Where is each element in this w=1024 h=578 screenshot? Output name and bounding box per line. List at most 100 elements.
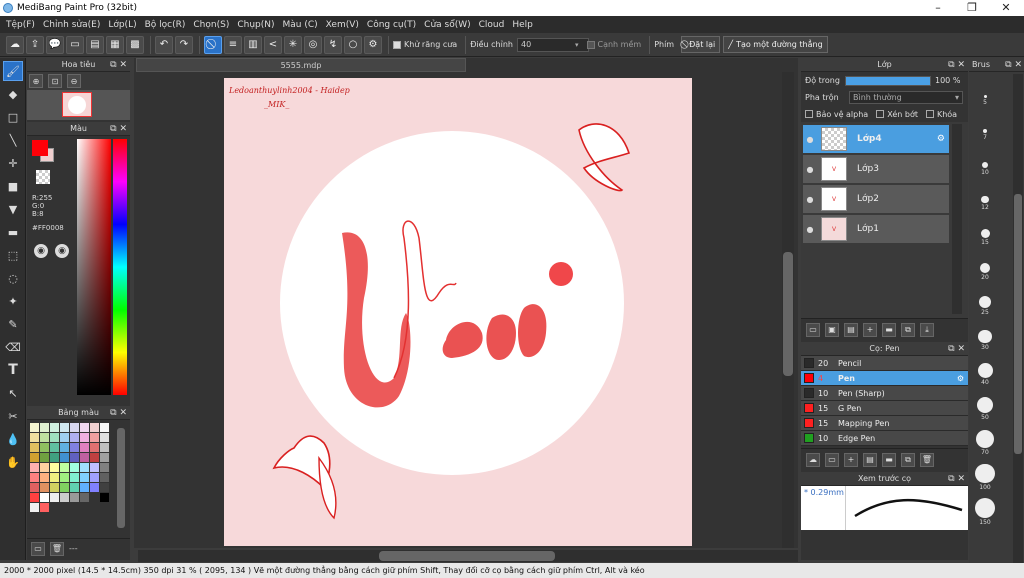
brush-size-option[interactable]: 5 [972,72,998,107]
new-color-layer-icon[interactable]: ▣ [825,322,839,337]
brush-size-option[interactable]: 50 [972,387,998,422]
palette-swatch[interactable] [50,423,59,432]
copy-brush-icon[interactable]: ⧉ [901,452,915,467]
cloud-brush-icon[interactable]: ☁ [806,452,820,467]
line-tool-icon[interactable]: ╲ [3,130,23,150]
navigator-preview[interactable] [27,90,130,120]
grid-panel-icon[interactable]: ▩ [126,35,144,54]
share-icon[interactable]: ⇪ [26,35,44,54]
palette-swatch[interactable] [80,433,89,442]
soft-edge-checkbox[interactable] [586,40,595,49]
brush-item[interactable]: 15 G Pen [801,401,968,416]
palette-swatch[interactable] [50,443,59,452]
saturation-value-field[interactable] [77,139,111,395]
palette-swatch[interactable] [30,423,39,432]
palette-swatch[interactable] [70,473,79,482]
palette-swatch[interactable] [40,443,49,452]
panel-controls[interactable]: ⧉ ✕ [110,406,127,420]
hue-slider[interactable] [113,139,127,395]
lasso-icon[interactable]: ◌ [3,268,23,288]
brush-size-option[interactable]: 10 [972,142,998,177]
brush-item[interactable]: 20 Pencil [801,356,968,371]
palette-swatch[interactable] [90,443,99,452]
bucket-tool-icon[interactable]: ▼ [3,199,23,219]
comic-panel-icon[interactable]: ▦ [106,35,124,54]
palette-swatch[interactable] [100,493,109,502]
new-brush-icon[interactable]: ▭ [825,452,839,467]
menu-select[interactable]: Chọn(S) [193,20,229,30]
cross-snap-icon[interactable]: ▥ [244,35,262,54]
brush-size-option[interactable]: 12 [972,177,998,212]
palette-swatch[interactable] [50,473,59,482]
duplicate-layer-icon[interactable]: ⧉ [901,322,915,337]
cloud-icon[interactable]: ☁ [6,35,24,54]
menu-edit[interactable]: Chỉnh sửa(E) [43,20,100,30]
hand-tool-icon[interactable]: ✋ [3,452,23,472]
antialias-checkbox[interactable] [393,40,401,49]
menu-cloud[interactable]: Cloud [479,20,505,30]
palette-swatch[interactable] [60,463,69,472]
circle-snap-icon[interactable]: ○ [344,35,362,54]
palette-swatch[interactable] [30,493,39,502]
drawing-canvas[interactable]: Ledoanthuylinh2004 - Haidep _MIK_ [224,78,692,546]
eye-icon[interactable]: ● [803,165,817,174]
menu-filter[interactable]: Bộ lọc(R) [145,20,186,30]
new-layer-icon[interactable]: ▭ [806,322,820,337]
brush-folder-icon[interactable]: ▬ [882,452,896,467]
size-scroll-thumb[interactable] [1014,194,1022,454]
select-rect-icon[interactable]: ⬚ [3,245,23,265]
clip-checkbox[interactable] [876,110,885,118]
opacity-slider[interactable] [845,75,931,86]
palette-swatch[interactable] [90,463,99,472]
layer-item[interactable]: ● Lớp4 ⚙ [803,125,949,154]
panel-controls[interactable]: ⧉ ✕ [1005,58,1022,72]
brush-item[interactable]: 15 Mapping Pen [801,416,968,431]
palette-swatch[interactable] [70,483,79,492]
palette-swatch[interactable] [50,463,59,472]
palette-swatch[interactable] [90,473,99,482]
menu-tools[interactable]: Công cụ(T) [367,20,416,30]
add-brush-menu-icon[interactable]: + [844,452,858,467]
palette-swatch[interactable] [40,433,49,442]
palette-swatch[interactable] [40,423,49,432]
primary-color-swatch[interactable] [32,140,48,156]
brush-size-option[interactable]: 100 [972,457,998,492]
curve-snap-icon[interactable]: ↯ [324,35,342,54]
palette-swatch[interactable] [90,453,99,462]
palette-swatch[interactable] [100,483,109,492]
palette-swatch[interactable] [40,463,49,472]
concentric-snap-icon[interactable]: ◎ [304,35,322,54]
vertical-scrollbar[interactable] [782,72,794,548]
undo-icon[interactable]: ↶ [155,35,173,54]
palette-swatch[interactable] [60,433,69,442]
brush-size-option[interactable]: 20 [972,247,998,282]
palette-swatch[interactable] [30,473,39,482]
palette-swatch[interactable] [90,423,99,432]
chat-icon[interactable]: ▭ [66,35,84,54]
menu-view[interactable]: Xem(V) [326,20,359,30]
gear-icon[interactable]: ⚙ [957,374,964,383]
palette-swatch[interactable] [30,453,39,462]
palette-swatch[interactable] [40,483,49,492]
palette-swatch[interactable] [100,443,109,452]
brush-size-option[interactable]: 15 [972,212,998,247]
palette-swatch[interactable] [60,443,69,452]
zoom-in-icon[interactable]: ⊕ [29,74,43,88]
palette-swatch[interactable] [50,433,59,442]
brush-size-option[interactable]: 30 [972,317,998,352]
brush-size-option[interactable]: 40 [972,352,998,387]
document-tab[interactable]: 5555.mdp [136,58,466,72]
palette-swatch[interactable] [80,463,89,472]
horizontal-scroll-thumb[interactable] [379,551,555,561]
layer-scrollbar[interactable] [952,124,962,314]
palette-swatch[interactable] [100,423,109,432]
transparent-color-icon[interactable] [36,170,50,184]
palette-swatch[interactable] [80,443,89,452]
palette-swatch[interactable] [90,433,99,442]
palette-swatch[interactable] [100,473,109,482]
palette-swatch[interactable] [60,473,69,482]
redo-icon[interactable]: ↷ [175,35,193,54]
horizontal-scrollbar[interactable] [138,550,798,562]
menu-window[interactable]: Cửa sổ(W) [424,20,470,30]
palette-swatch[interactable] [40,503,49,512]
